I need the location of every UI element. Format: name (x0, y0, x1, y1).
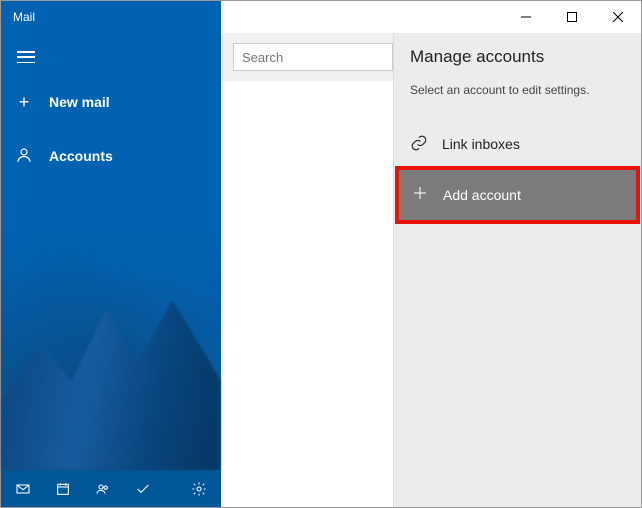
accounts-nav-item[interactable]: Accounts (1, 135, 221, 177)
settings-icon[interactable] (191, 481, 207, 497)
link-inboxes-item[interactable]: Link inboxes (394, 121, 641, 167)
search-input[interactable] (233, 43, 393, 71)
add-account-item[interactable]: Add account (395, 166, 640, 224)
new-mail-button[interactable]: New mail (1, 81, 221, 123)
todo-icon[interactable] (135, 481, 151, 497)
manage-accounts-panel: Manage accounts Select an account to edi… (393, 33, 641, 507)
plus-icon (15, 92, 33, 113)
person-icon (15, 146, 33, 167)
link-inboxes-label: Link inboxes (442, 136, 520, 152)
minimize-button[interactable] (503, 1, 549, 33)
plus-icon (411, 184, 429, 207)
app-title: Mail (1, 1, 221, 33)
panel-title: Manage accounts (394, 47, 641, 67)
hamburger-menu-button[interactable] (1, 33, 221, 81)
hamburger-icon (17, 51, 35, 63)
mail-icon[interactable] (15, 481, 31, 497)
people-icon[interactable] (95, 481, 111, 497)
panel-subtitle: Select an account to edit settings. (394, 83, 641, 97)
new-mail-label: New mail (49, 94, 110, 110)
add-account-label: Add account (443, 187, 521, 203)
accounts-label: Accounts (49, 148, 113, 164)
calendar-icon[interactable] (55, 481, 71, 497)
maximize-button[interactable] (549, 1, 595, 33)
close-button[interactable] (595, 1, 641, 33)
link-icon (410, 134, 428, 155)
